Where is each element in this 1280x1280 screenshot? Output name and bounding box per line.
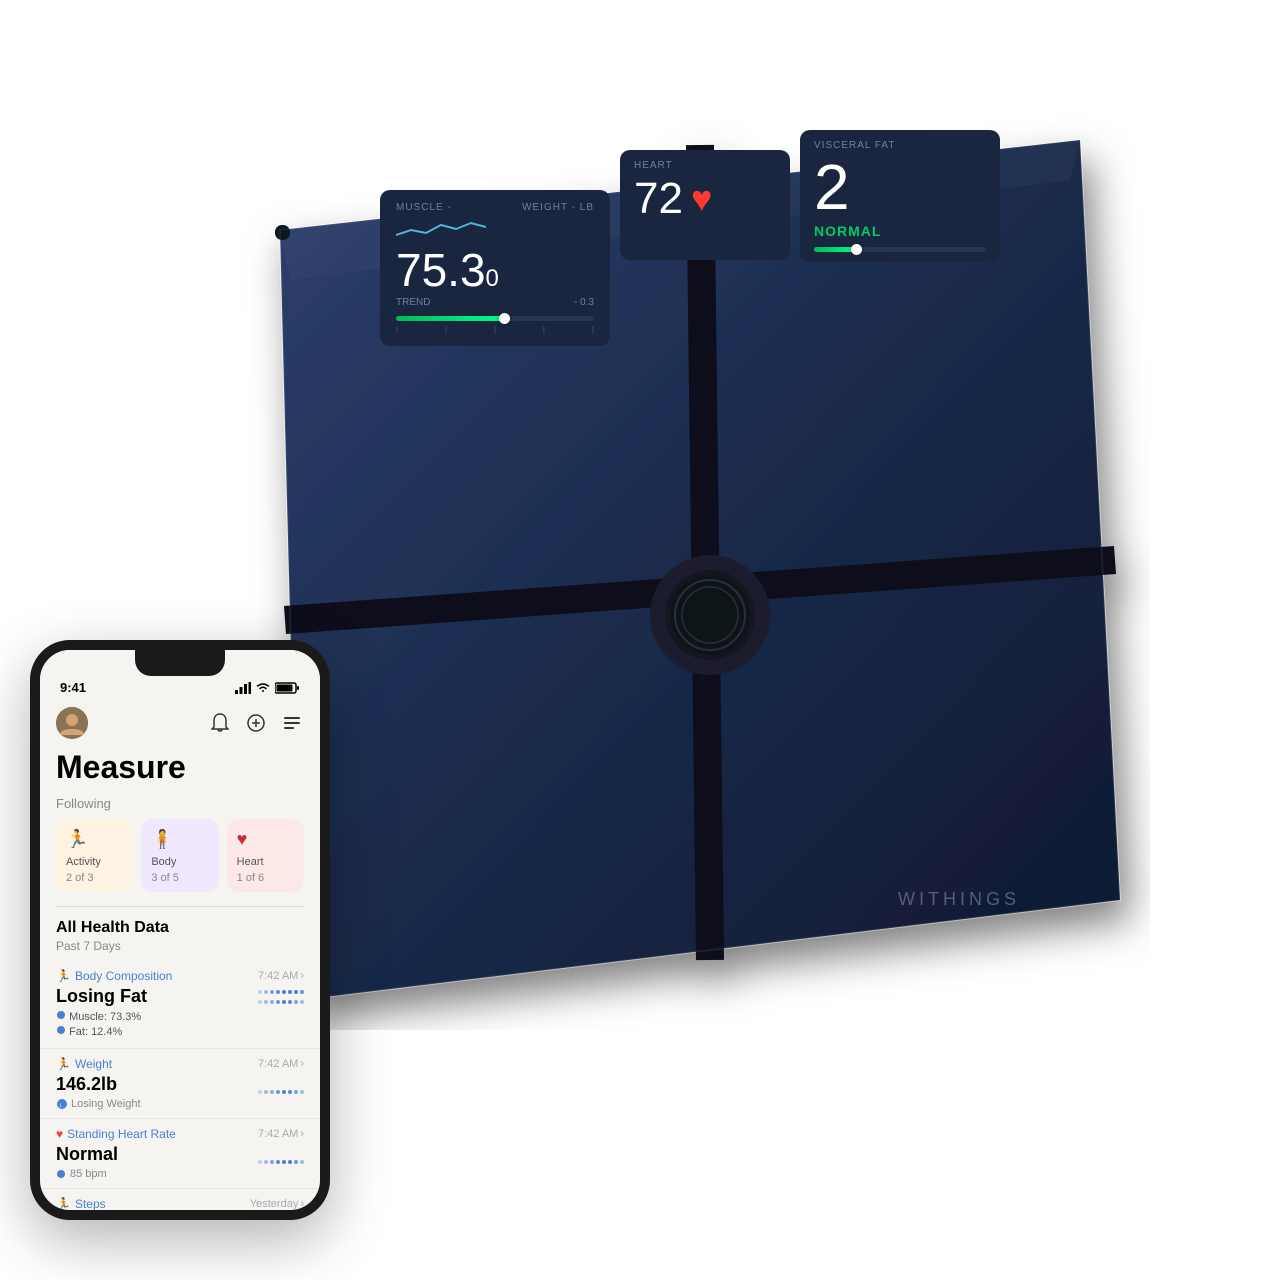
add-icon[interactable] [244,711,268,735]
trend-value: - 0.3 [574,297,594,308]
weight-time: 7:42 AM › [258,1058,304,1070]
muscle-card-label: MUSCLE - [396,202,486,213]
health-item-body-composition[interactable]: 🏃 Body Composition 7:42 AM › Losing Fat … [40,961,320,1049]
brand-label: WITHINGS [898,889,1020,910]
signal-icon [235,682,251,694]
phone-container: 9:41 [30,640,330,1220]
menu-icon[interactable] [280,711,304,735]
header-icons [208,711,304,735]
health-item-heart-rate[interactable]: ♥ Standing Heart Rate 7:42 AM › Normal 8… [40,1119,320,1189]
status-icons [235,682,300,694]
weight-category: 🏃 Weight [56,1057,112,1071]
wifi-icon [255,682,271,694]
losing-weight-badge: ↓ Losing Weight [56,1098,141,1110]
activity-count: 2 of 3 [66,872,123,884]
following-card-body[interactable]: 🧍 Body 3 of 5 [141,819,218,892]
steps-category: 🏃 Steps [56,1197,106,1210]
divider-1 [56,906,304,907]
health-item-weight[interactable]: 🏃 Weight 7:42 AM › 146.2lb ↓ Losing Weig… [40,1049,320,1119]
body-count: 3 of 5 [151,872,208,884]
activity-icon: 🏃 [66,829,123,850]
all-health-subtitle: Past 7 Days [40,939,320,961]
heart-rate-category: ♥ Standing Heart Rate [56,1127,176,1141]
app-header [40,699,320,745]
heart-rate-title: Normal [56,1144,118,1165]
data-cards: MUSCLE - WEIGHT - LB 75.30 TREND - 0.3 |… [380,130,1030,400]
body-comp-title: Losing Fat [56,986,147,1007]
user-avatar[interactable] [56,707,88,739]
heart-rate-time: 7:42 AM › [258,1128,304,1140]
visceral-fat-card: VISCERAL FAT 2 NORMAL [800,130,1000,262]
heart-follow-icon: ♥ [237,829,294,850]
body-comp-fat: Fat: 12.4% [56,1025,147,1038]
dynamic-island [135,650,225,676]
body-icon: 🧍 [151,829,208,850]
battery-icon [275,682,300,694]
body-name: Body [151,856,208,868]
heart-card-label: HEART [634,160,776,171]
weight-card-label: WEIGHT - LB [522,202,594,213]
body-comp-time: 7:42 AM › [258,970,304,982]
visceral-value: 2 [814,155,986,219]
notification-icon[interactable] [208,711,232,735]
following-card-activity[interactable]: 🏃 Activity 2 of 3 [56,819,133,892]
weight-value: 75.30 [396,247,594,293]
following-card-heart[interactable]: ♥ Heart 1 of 6 [227,819,304,892]
visceral-fat-label: VISCERAL FAT [814,140,986,151]
steps-time: Yesterday › [250,1198,304,1210]
following-section: Following 🏃 Activity 2 of 3 🧍 Body 3 of … [40,796,320,900]
heart-rate-bpm: 85 bpm [56,1168,118,1180]
svg-text:↓: ↓ [59,1102,63,1109]
weight-title: 146.2lb [56,1074,141,1095]
body-comp-category: 🏃 Body Composition [56,969,172,983]
all-health-title: All Health Data [40,913,320,939]
app-title: Measure [40,745,320,796]
visceral-status: NORMAL [814,223,986,239]
phone-screen: 9:41 [40,650,320,1210]
following-cards: 🏃 Activity 2 of 3 🧍 Body 3 of 5 ♥ Heart [56,819,304,892]
activity-name: Activity [66,856,123,868]
heart-value: 72 [634,177,683,221]
heart-icon: ♥ [691,178,712,220]
heart-count: 1 of 6 [237,872,294,884]
following-label: Following [56,796,304,811]
trend-label: TREND [396,297,430,308]
phone-frame: 9:41 [30,640,330,1220]
body-comp-muscle: Muscle: 73.3% [56,1010,147,1023]
health-item-steps[interactable]: 🏃 Steps Yesterday › [40,1189,320,1210]
weight-card: MUSCLE - WEIGHT - LB 75.30 TREND - 0.3 |… [380,190,610,346]
status-time: 9:41 [60,680,86,695]
heart-name: Heart [237,856,294,868]
heart-card: HEART 72 ♥ [620,150,790,260]
